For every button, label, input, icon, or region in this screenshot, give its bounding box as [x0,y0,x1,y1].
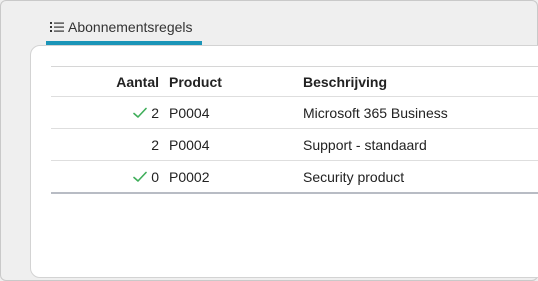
table-row[interactable]: 2 P0004 Support - standaard [51,129,538,161]
list-icon [50,21,64,32]
column-header-product[interactable]: Product [169,67,222,96]
subscription-lines-panel: Aantal Product Beschrijving 2 P0004 Micr… [30,45,538,278]
product-cell: P0004 [169,136,210,153]
tab-label: Abonnementsregels [68,18,193,35]
quantity-cell: 2 [51,97,159,128]
table-row[interactable]: 0 P0002 Security product [51,161,538,194]
table-header-row: Aantal Product Beschrijving [51,67,538,97]
subscription-lines-table: Aantal Product Beschrijving 2 P0004 Micr… [51,66,538,194]
checkmark-icon [133,171,148,182]
product-cell: P0002 [169,168,210,185]
quantity-cell: 2 [51,129,159,160]
quantity-cell: 0 [51,161,159,192]
description-cell: Security product [303,168,405,185]
column-header-beschrijving[interactable]: Beschrijving [303,67,387,96]
tab-abonnementsregels[interactable]: Abonnementsregels [46,8,202,45]
column-header-aantal[interactable]: Aantal [51,67,159,96]
quantity-value: 2 [151,136,159,153]
quantity-value: 2 [151,104,159,121]
product-cell: P0004 [169,104,210,121]
table-row[interactable]: 2 P0004 Microsoft 365 Business [51,97,538,129]
quantity-value: 0 [151,168,159,185]
description-cell: Support - standaard [303,136,427,153]
description-cell: Microsoft 365 Business [303,104,448,121]
checkmark-icon [133,107,148,118]
